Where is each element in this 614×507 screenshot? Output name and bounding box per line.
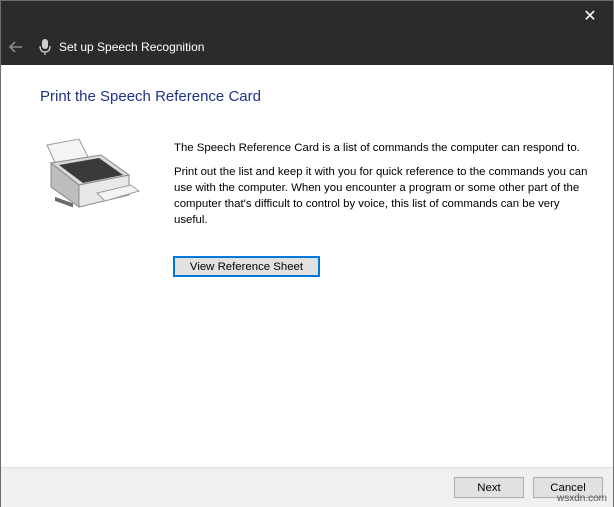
window-title: Set up Speech Recognition (59, 40, 205, 54)
microphone-icon (39, 39, 51, 55)
description: The Speech Reference Card is a list of c… (174, 140, 594, 236)
paragraph-details: Print out the list and keep it with you … (174, 166, 588, 226)
footer-bar: Next Cancel (1, 467, 613, 507)
watermark: wsxdn.com (556, 493, 607, 504)
view-reference-sheet-button[interactable]: View Reference Sheet (173, 256, 320, 277)
next-button[interactable]: Next (454, 477, 524, 498)
speech-setup-window: ✕ Set up Speech Recognition Print the Sp… (0, 0, 614, 507)
close-icon: ✕ (583, 8, 597, 25)
close-button[interactable]: ✕ (567, 1, 613, 31)
page-title: Print the Speech Reference Card (40, 88, 261, 105)
printer-icon (46, 138, 141, 208)
paragraph-intro: The Speech Reference Card is a list of c… (174, 142, 580, 154)
back-arrow-icon[interactable] (8, 39, 24, 55)
title-bar: ✕ Set up Speech Recognition (1, 1, 613, 65)
